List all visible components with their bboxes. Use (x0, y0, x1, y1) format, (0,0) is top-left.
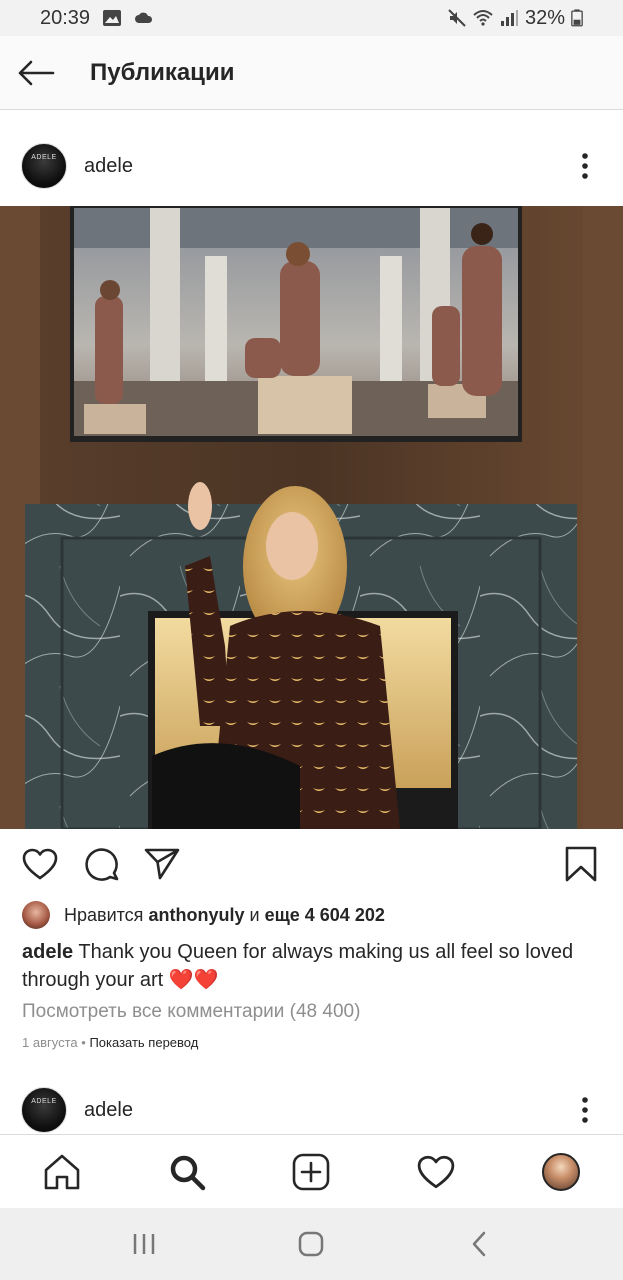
more-vertical-icon (582, 1097, 588, 1123)
image-icon (103, 10, 122, 26)
status-time: 20:39 (40, 6, 91, 29)
battery-icon (571, 9, 583, 27)
view-comments-link[interactable]: Посмотреть все комментарии (48 400) (22, 1001, 360, 1023)
likes-and: и (249, 904, 260, 925)
next-post-header: ADELE adele (0, 1078, 623, 1142)
nav-profile[interactable] (531, 1142, 591, 1202)
activity-heart-icon (417, 1155, 455, 1188)
avatar-text: ADELE (31, 154, 57, 161)
post-caption: adele Thank you Queen for always making … (22, 938, 602, 994)
home-square-icon (299, 1231, 324, 1257)
profile-avatar (541, 1152, 580, 1191)
app-header: Публикации (0, 36, 623, 110)
post-username[interactable]: adele (84, 1099, 133, 1122)
send-icon (144, 848, 180, 880)
save-button[interactable] (561, 844, 601, 884)
post-header: ADELE adele (0, 134, 623, 198)
system-back-button[interactable] (449, 1219, 509, 1269)
add-post-icon (293, 1153, 330, 1190)
nav-activity[interactable] (406, 1142, 466, 1202)
more-vertical-icon (582, 153, 588, 179)
home-system-button[interactable] (281, 1219, 341, 1269)
likes-row[interactable]: Нравится anthonyuly и еще 4 604 202 (22, 900, 385, 930)
recent-apps-icon (133, 1234, 155, 1254)
likes-prefix: Нравится (64, 904, 144, 925)
system-navigation (0, 1208, 623, 1280)
comment-button[interactable] (82, 844, 122, 884)
caption-emoji: ❤️❤️ (168, 969, 219, 991)
more-options-button[interactable] (573, 1090, 597, 1130)
nav-home[interactable] (32, 1142, 92, 1202)
status-bar: 20:39 32% (0, 0, 623, 36)
heart-icon (22, 848, 58, 880)
signal-icon (500, 10, 518, 26)
post-image[interactable] (0, 206, 623, 829)
battery-percent: 32% (524, 6, 565, 29)
meta-separator: • (81, 1035, 86, 1050)
mute-icon (448, 9, 466, 27)
share-button[interactable] (142, 844, 182, 884)
back-button[interactable] (0, 36, 72, 110)
caption-text: Thank you Queen for always making us all… (22, 941, 574, 991)
recent-apps-button[interactable] (114, 1219, 174, 1269)
search-icon (170, 1155, 206, 1190)
post-meta: 1 августа • Показать перевод (22, 1035, 198, 1050)
chevron-left-icon (472, 1231, 486, 1257)
like-button[interactable] (20, 844, 60, 884)
post-date: 1 августа (22, 1035, 78, 1050)
wifi-icon (473, 10, 493, 26)
comment-icon (85, 848, 119, 881)
liker-username[interactable]: anthonyuly (148, 905, 244, 926)
more-options-button[interactable] (573, 146, 597, 186)
home-icon (44, 1154, 80, 1189)
avatar-text: ADELE (31, 1098, 57, 1105)
show-translation-link[interactable]: Показать перевод (89, 1035, 198, 1050)
nav-search[interactable] (157, 1142, 217, 1202)
liker-avatar (22, 901, 50, 929)
bookmark-icon (565, 846, 597, 882)
avatar[interactable]: ADELE (21, 1087, 67, 1133)
post-username[interactable]: adele (84, 155, 133, 178)
post-actions (0, 838, 623, 890)
cloud-icon (135, 12, 153, 23)
post-photo (0, 206, 623, 829)
page-title: Публикации (90, 58, 235, 86)
nav-add-post[interactable] (281, 1142, 341, 1202)
arrow-left-icon (18, 60, 55, 85)
likes-count[interactable]: еще 4 604 202 (265, 905, 385, 926)
bottom-navigation (0, 1134, 623, 1208)
avatar[interactable]: ADELE (21, 143, 67, 189)
caption-username[interactable]: adele (22, 941, 73, 963)
